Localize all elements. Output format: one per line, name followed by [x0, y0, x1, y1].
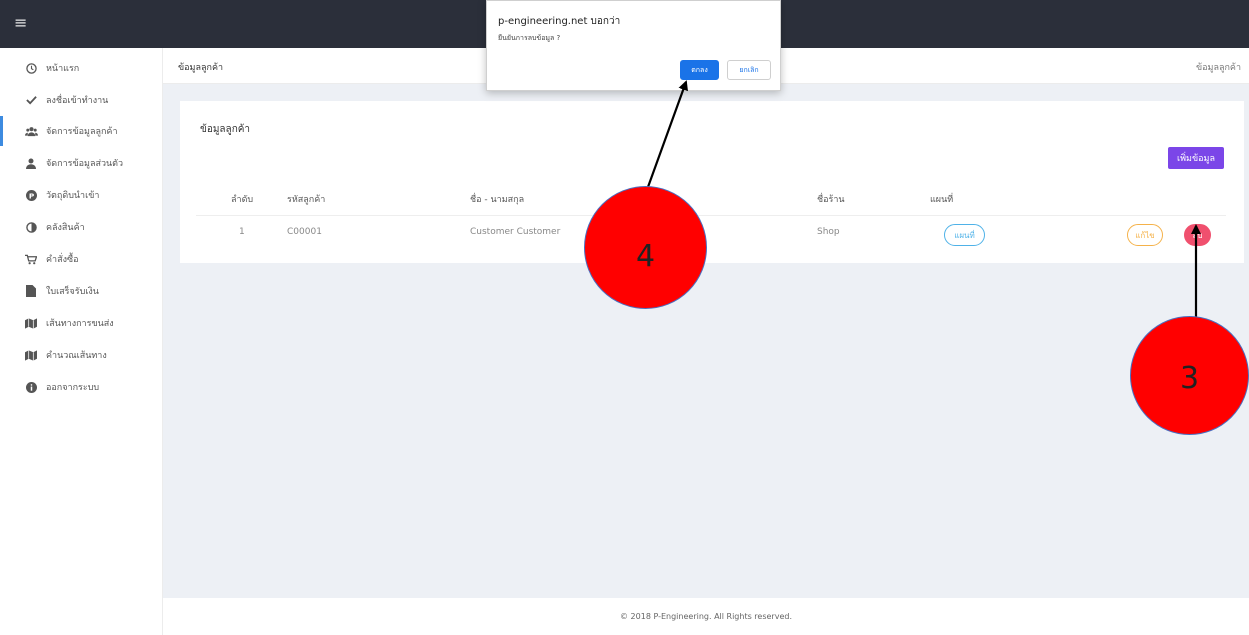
sidebar-item-label: เส้นทางการขนส่ง — [46, 319, 114, 329]
sidebar-item-label: คลังสินค้า — [46, 223, 85, 233]
sidebar-item-label: คำสั่งซื้อ — [46, 255, 79, 265]
edit-button[interactable]: แก้ไข — [1127, 224, 1163, 246]
users-icon — [24, 126, 38, 137]
main-content: ข้อมูลลูกค้า เพิ่มข้อมูล ลำดับ รหัสลูกค้… — [163, 84, 1249, 598]
sidebar-item-calc-route[interactable]: คำนวณเส้นทาง — [0, 340, 163, 370]
annotation-callout-4: 4 — [584, 186, 707, 309]
sidebar-item-label: จัดการข้อมูลลูกค้า — [46, 127, 118, 137]
sidebar-item-label: ลงชื่อเข้าทำงาน — [46, 96, 109, 106]
dialog-ok-button[interactable]: ตกลง — [680, 60, 719, 80]
svg-text:P: P — [28, 191, 34, 200]
annotation-callout-3: 3 — [1130, 316, 1249, 435]
cell-shop: Shop — [817, 227, 840, 237]
sidebar-item-label: ออกจากระบบ — [46, 383, 100, 393]
sidebar-item-label: ใบเสร็จรับเงิน — [46, 287, 99, 297]
sidebar-item-receipts[interactable]: ใบเสร็จรับเงิน — [0, 276, 163, 306]
column-header-map: แผนที่ — [930, 195, 954, 205]
sidebar: หน้าแรก ลงชื่อเข้าทำงาน จัดการข้อมูลลูกค… — [0, 48, 163, 635]
cart-icon — [24, 254, 38, 265]
user-icon — [24, 158, 38, 169]
sidebar-item-label: จัดการข้อมูลส่วนตัว — [46, 159, 124, 169]
map-icon — [24, 317, 38, 329]
footer: © 2018 P-Engineering. All Rights reserve… — [163, 598, 1249, 635]
half-circle-icon — [24, 221, 38, 233]
cell-name: Customer Customer — [470, 227, 561, 237]
sidebar-item-logout[interactable]: ออกจากระบบ — [0, 372, 163, 402]
sidebar-item-checkin[interactable]: ลงชื่อเข้าทำงาน — [0, 85, 163, 115]
customer-card: ข้อมูลลูกค้า เพิ่มข้อมูล ลำดับ รหัสลูกค้… — [180, 101, 1244, 263]
check-icon — [24, 95, 38, 105]
breadcrumb[interactable]: ข้อมูลลูกค้า — [1196, 60, 1241, 74]
dialog-title: p-engineering.net บอกว่า — [498, 16, 621, 27]
page-title: ข้อมูลลูกค้า — [178, 63, 224, 73]
card-title: ข้อมูลลูกค้า — [200, 124, 251, 135]
sidebar-item-orders[interactable]: คำสั่งซื้อ — [0, 244, 163, 274]
cell-no: 1 — [239, 227, 245, 237]
table-divider — [196, 215, 1226, 216]
hamburger-icon[interactable]: ≡ — [14, 14, 27, 32]
column-header-code: รหัสลูกค้า — [287, 195, 326, 205]
column-header-name: ชื่อ - นามสกุล — [470, 195, 525, 205]
cell-code: C00001 — [287, 227, 322, 237]
sidebar-item-label: วัตถุดิบนำเข้า — [46, 191, 100, 201]
sidebar-item-label: คำนวณเส้นทาง — [46, 351, 107, 361]
delete-button[interactable]: ลบ — [1184, 224, 1211, 246]
sidebar-item-profile[interactable]: จัดการข้อมูลส่วนตัว — [0, 148, 163, 178]
sidebar-item-routes[interactable]: เส้นทางการขนส่ง — [0, 308, 163, 338]
info-icon — [24, 381, 38, 393]
map-button[interactable]: แผนที่ — [944, 224, 985, 246]
sidebar-item-label: หน้าแรก — [46, 64, 80, 74]
file-icon — [24, 285, 38, 297]
confirm-dialog: p-engineering.net บอกว่า ยืนยันการลบข้อม… — [486, 0, 781, 91]
sidebar-item-customers[interactable]: จัดการข้อมูลลูกค้า — [0, 116, 163, 146]
parking-icon: P — [24, 189, 38, 201]
map-icon — [24, 349, 38, 361]
clock-icon — [24, 62, 38, 74]
add-data-button[interactable]: เพิ่มข้อมูล — [1168, 147, 1224, 169]
sidebar-item-home[interactable]: หน้าแรก — [0, 53, 163, 83]
dialog-cancel-button[interactable]: ยกเลิก — [727, 60, 771, 80]
column-header-shop: ชื่อร้าน — [817, 195, 845, 205]
sidebar-item-materials[interactable]: P วัตถุดิบนำเข้า — [0, 180, 163, 210]
dialog-message: ยืนยันการลบข้อมูล ? — [498, 34, 561, 42]
column-header-no: ลำดับ — [231, 195, 254, 205]
sidebar-item-warehouse[interactable]: คลังสินค้า — [0, 212, 163, 242]
